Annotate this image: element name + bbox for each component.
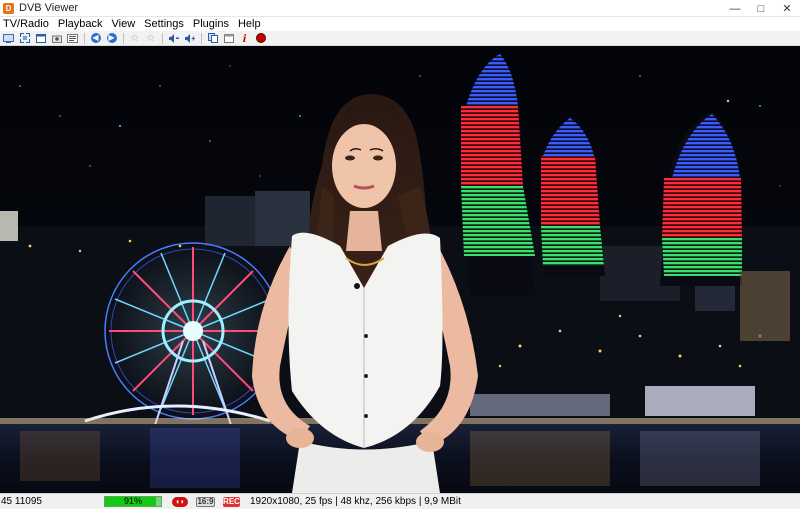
aspect-ratio-badge: 16:9 — [196, 496, 215, 507]
record-status-badge: REC — [223, 496, 240, 507]
menu-playback[interactable]: Playback — [55, 17, 109, 31]
dvb-viewer-window: D DVB Viewer — □ ✕ TV/Radio Playback Vie… — [0, 0, 800, 509]
menu-view[interactable]: View — [109, 17, 142, 31]
epg-icon[interactable] — [221, 32, 236, 45]
toolbar-separator — [123, 32, 124, 44]
signal-strength-meter: 91% — [104, 496, 162, 507]
fullscreen-icon[interactable] — [17, 32, 32, 45]
close-button[interactable]: ✕ — [774, 0, 800, 17]
menu-settings[interactable]: Settings — [141, 17, 190, 31]
forward-icon[interactable]: ▶ — [104, 32, 119, 45]
volume-down-icon[interactable] — [166, 32, 181, 45]
window-mode-icon[interactable] — [33, 32, 48, 45]
maximize-button[interactable]: □ — [748, 0, 774, 17]
copy-icon[interactable] — [205, 32, 220, 45]
toolbar-separator — [84, 32, 85, 44]
volume-up-icon[interactable] — [182, 32, 197, 45]
window-controls: — □ ✕ — [722, 0, 800, 17]
record-icon[interactable] — [253, 32, 268, 45]
toolbar-separator — [162, 32, 163, 44]
video-frame — [0, 46, 800, 493]
app-logo-icon: D — [3, 2, 14, 14]
back-icon[interactable]: ◀ — [88, 32, 103, 45]
favorite-icon[interactable]: ☆ — [127, 32, 142, 45]
channel-readout: 45 11095 — [1, 496, 42, 507]
menu-plugins[interactable]: Plugins — [190, 17, 235, 31]
tv-icon[interactable] — [1, 32, 16, 45]
toolbar: ◀ ▶ ☆ ☆ i — [0, 31, 800, 46]
teletext-icon[interactable] — [65, 32, 80, 45]
signal-strength-text: 91% — [123, 496, 142, 506]
menu-tv-radio[interactable]: TV/Radio — [0, 17, 55, 31]
favorite-add-icon[interactable]: ☆ — [143, 32, 158, 45]
status-bar: 45 11095 91% ◖◗ 16:9 REC 1920x1080, 25 f… — [0, 493, 800, 509]
window-title: DVB Viewer — [19, 2, 79, 14]
audio-format-icon: ◖◗ — [172, 496, 188, 507]
info-icon[interactable]: i — [237, 31, 252, 45]
toolbar-separator — [201, 32, 202, 44]
video-display[interactable] — [0, 46, 800, 493]
title-bar[interactable]: D DVB Viewer — □ ✕ — [0, 0, 800, 17]
minimize-button[interactable]: — — [722, 0, 748, 17]
menu-help[interactable]: Help — [235, 17, 267, 31]
stream-info: 1920x1080, 25 fps | 48 khz, 256 kbps | 9… — [250, 496, 461, 507]
menu-bar: TV/Radio Playback View Settings Plugins … — [0, 17, 800, 31]
screenshot-icon[interactable] — [49, 32, 64, 45]
